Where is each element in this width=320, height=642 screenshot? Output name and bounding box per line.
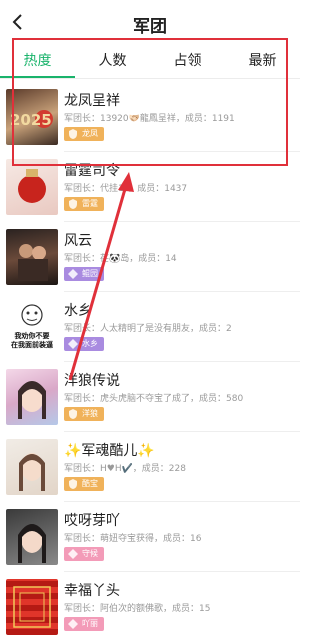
legion-badge: 守候 <box>64 547 104 561</box>
tab-occupy[interactable]: 占领 <box>150 48 225 78</box>
badge-label: 吖丽 <box>82 619 98 628</box>
list-item[interactable]: 雷霆司令 军团长：代挂1，，成员：1437 雷霆 <box>0 152 300 222</box>
list-item[interactable]: 风云 军团长：荏🐼岛，成员：14 鲲园 <box>0 222 300 292</box>
legion-meta: 军团长：荏🐼岛，成员：14 <box>64 254 177 264</box>
avatar-caption: 我劝你不要 <box>14 332 50 340</box>
legion-badge: 龙凤 <box>64 127 104 141</box>
avatar <box>6 439 58 495</box>
avatar-caption: 在我面前装逼 <box>11 341 53 349</box>
badge-label: 水乡 <box>82 339 98 348</box>
shield-icon <box>69 129 77 139</box>
legion-meta: 军团长：H♥H✔️，成员：228 <box>64 464 186 474</box>
tab-newest[interactable]: 最新 <box>225 48 300 78</box>
legion-name: 水乡 <box>64 303 92 319</box>
list-item[interactable]: 哎呀芽吖 军团长：萌妞夺宝获得，成员：16 守候 <box>0 502 300 572</box>
legion-name: 雷霆司令 <box>64 163 120 179</box>
diamond-icon <box>68 269 78 279</box>
legion-meta: 军团长：虎头虎脑不夺宝了成了，成员：580 <box>64 394 244 404</box>
header: 军团 <box>0 0 300 44</box>
legion-meta: 军团长：13920🫱🏻‍🫲🏼龍鳳呈祥，成员：1191 <box>64 114 235 124</box>
legion-name: 风云 <box>64 233 92 249</box>
divider <box>0 78 300 79</box>
avatar: 我劝你不要 在我面前装逼 <box>6 299 58 355</box>
legion-badge: 鲲园 <box>64 267 104 281</box>
legion-badge: 酷宝 <box>64 477 104 491</box>
legion-name: 龙凤呈祥 <box>64 93 120 109</box>
legion-meta: 军团长：萌妞夺宝获得，成员：16 <box>64 534 202 544</box>
legion-badge: 雷霆 <box>64 197 104 211</box>
avatar <box>6 159 58 215</box>
svg-text:2025: 2025 <box>10 111 52 129</box>
badge-label: 守候 <box>82 549 98 558</box>
badge-label: 龙凤 <box>82 129 98 138</box>
avatar <box>6 509 58 565</box>
avatar <box>6 579 58 635</box>
avatar <box>6 229 58 285</box>
badge-label: 酷宝 <box>82 479 98 488</box>
shield-icon <box>69 409 77 419</box>
legion-name: ✨军魂酷儿✨ <box>64 443 155 459</box>
shield-icon <box>69 479 77 489</box>
page-title: 军团 <box>133 17 167 37</box>
list-item[interactable]: 2025 龙凤呈祥 军团长：13920🫱🏻‍🫲🏼龍鳳呈祥，成员：1191 龙凤 <box>0 82 300 152</box>
avatar: 2025 <box>6 89 58 145</box>
badge-label: 雷霆 <box>82 199 98 208</box>
diamond-icon <box>68 339 78 349</box>
tab-members[interactable]: 人数 <box>75 48 150 78</box>
legion-meta: 军团长：阿伯次的额佛歌，成员：15 <box>64 604 211 614</box>
legion-badge: 吖丽 <box>64 617 104 631</box>
diamond-icon <box>68 549 78 559</box>
legion-name: 幸福丫头 <box>64 583 120 599</box>
list-item[interactable]: ✨军魂酷儿✨ 军团长：H♥H✔️，成员：228 酷宝 <box>0 432 300 502</box>
badge-label: 洋狼 <box>82 409 98 418</box>
legion-meta: 军团长：人太精明了是没有朋友，成员：2 <box>64 324 232 334</box>
legion-badge: 洋狼 <box>64 407 104 421</box>
badge-label: 鲲园 <box>82 269 98 278</box>
shield-icon <box>69 199 77 209</box>
legion-name: 洋狼传说 <box>64 373 120 389</box>
list-item[interactable]: 洋狼传说 军团长：虎头虎脑不夺宝了成了，成员：580 洋狼 <box>0 362 300 432</box>
legion-meta: 军团长：代挂1，，成员：1437 <box>64 184 188 194</box>
avatar <box>6 369 58 425</box>
tab-bar: 热度 人数 占领 最新 <box>0 48 300 78</box>
diamond-icon <box>68 619 78 629</box>
tab-hot[interactable]: 热度 <box>0 48 75 78</box>
legion-name: 哎呀芽吖 <box>64 513 120 529</box>
list-item[interactable]: 我劝你不要 在我面前装逼 水乡 军团长：人太精明了是没有朋友，成员：2 水乡 <box>0 292 300 362</box>
legion-badge: 水乡 <box>64 337 104 351</box>
